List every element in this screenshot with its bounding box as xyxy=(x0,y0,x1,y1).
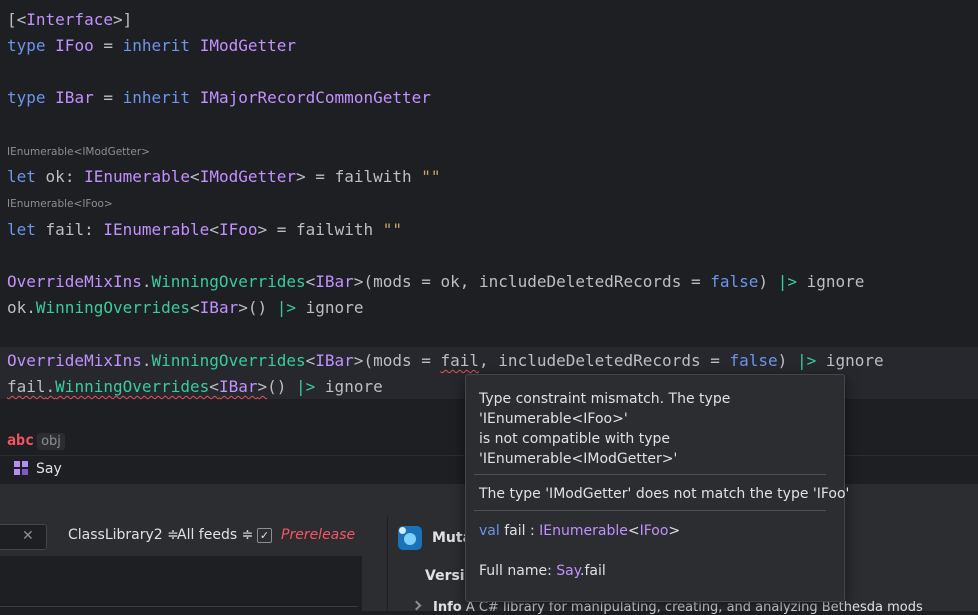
code-line-let-fail: let fail: IEnumerable<IFoo> = failwith "… xyxy=(7,220,402,239)
prerelease-checkbox[interactable]: ✓ xyxy=(257,528,272,543)
error-fail-call[interactable]: fail.WinningOverrides<IBar> xyxy=(7,377,267,396)
error-detail: The type 'IModGetter' does not match the… xyxy=(479,486,850,502)
code-line-ok-winning: ok.WinningOverrides<IBar>() |> ignore xyxy=(7,298,364,317)
package-icon xyxy=(398,526,422,550)
tooltip-separator xyxy=(474,474,826,475)
full-name-link[interactable]: Say xyxy=(556,563,580,579)
obj-badge: obj xyxy=(37,433,65,450)
package-search-input[interactable]: ✕ xyxy=(0,524,47,550)
expand-arrow-icon[interactable] xyxy=(411,600,422,611)
abc-marker: abc xyxy=(7,431,35,449)
prerelease-label: Prerelease xyxy=(281,527,356,543)
error-fail-arg[interactable]: fail xyxy=(441,351,480,370)
list-separator xyxy=(0,606,358,607)
package-description: Info A C# library for manipulating, crea… xyxy=(433,600,923,615)
feed-select[interactable]: All feeds ≑ xyxy=(177,527,253,543)
error-tooltip: Type constraint mismatch. The type 'IEnu… xyxy=(465,374,849,602)
module-name: Say xyxy=(36,461,62,477)
signature: val fail : IEnumerable<IFoo> xyxy=(479,523,681,539)
code-line-let-ok: let ok: IEnumerable<IModGetter> = failwi… xyxy=(7,167,441,186)
clear-search-icon[interactable]: ✕ xyxy=(22,528,34,544)
code-line-override-fail: OverrideMixIns.WinningOverrides<IBar>(mo… xyxy=(7,351,884,370)
code-line-override-ok: OverrideMixIns.WinningOverrides<IBar>(mo… xyxy=(7,272,865,291)
code-line-attribute: [<Interface>] xyxy=(7,10,133,29)
module-icon xyxy=(14,461,28,475)
code-line-ibar: type IBar = inherit IMajorRecordCommonGe… xyxy=(7,88,431,107)
tooltip-separator xyxy=(474,510,826,511)
completion-hint: abc obj xyxy=(7,430,65,450)
code-line-ifoo: type IFoo = inherit IModGetter xyxy=(7,36,297,55)
list-scrollbar[interactable] xyxy=(362,556,372,611)
package-list[interactable] xyxy=(0,556,372,611)
code-line-fail-winning: fail.WinningOverrides<IBar>() |> ignore xyxy=(7,377,383,396)
type-hint-fail: IEnumerable<IFoo> xyxy=(7,198,113,210)
project-select[interactable]: ClassLibrary2 ≑ xyxy=(68,527,179,543)
type-hint-ok: IEnumerable<IModGetter> xyxy=(7,146,150,158)
error-message: Type constraint mismatch. The type 'IEnu… xyxy=(479,391,731,467)
full-name: Full name: Say.fail xyxy=(479,563,606,579)
